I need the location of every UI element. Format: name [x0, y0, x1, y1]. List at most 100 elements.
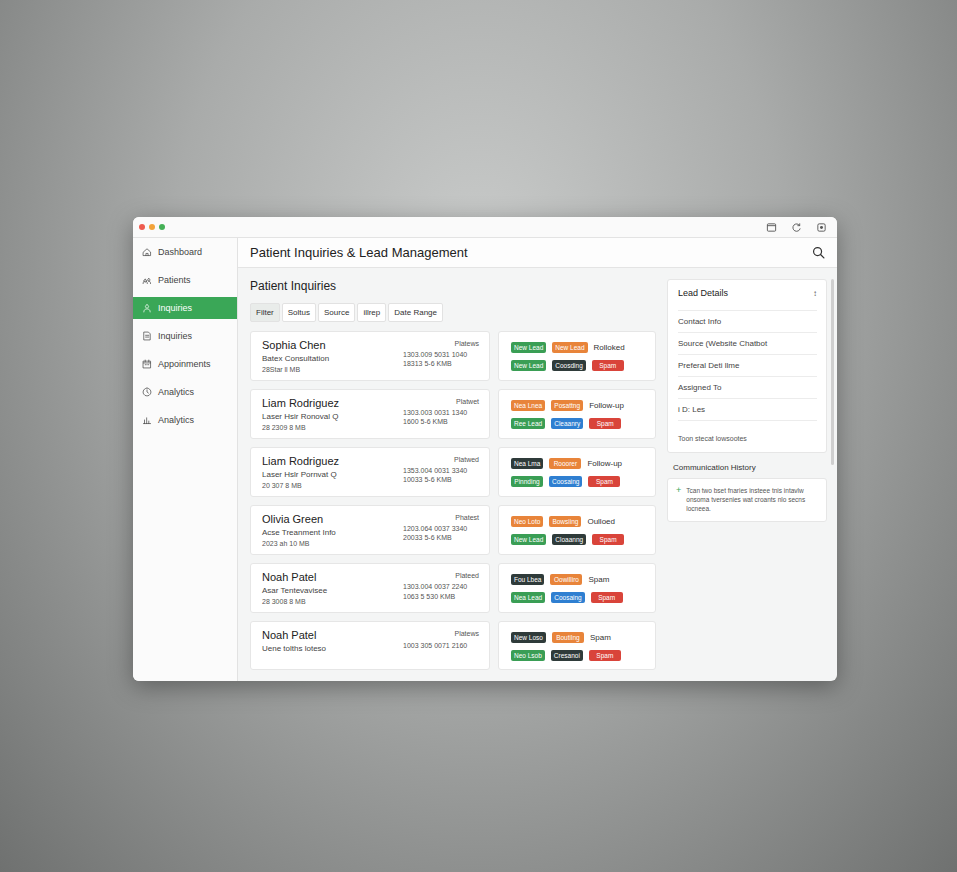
status-tag[interactable]: Nea Lma — [511, 458, 543, 469]
window-controls — [139, 224, 165, 230]
status-tag[interactable]: Spam — [588, 476, 620, 487]
panel-title: Lead Details — [678, 288, 728, 298]
search-icon[interactable] — [812, 246, 825, 259]
status-tag[interactable]: Coosding — [552, 360, 585, 371]
inquiry-card[interactable]: Noah PatelAsar Tentevavisee28 3008 8 MBP… — [250, 563, 490, 613]
sidebar-item[interactable]: Inquiries — [133, 297, 237, 319]
status-tag[interactable]: Spam — [589, 650, 621, 661]
sidebar-item[interactable]: Analytics — [133, 381, 237, 403]
status-tag[interactable]: Posattng — [551, 400, 583, 411]
status-tag[interactable]: Cloaanng — [552, 534, 586, 545]
status-tag[interactable]: Neo Loto — [511, 516, 543, 527]
maximize-button[interactable] — [159, 224, 165, 230]
tag-row: Pinnding Coosaing Spam — [511, 476, 647, 487]
sort-toggle[interactable]: ↕ — [813, 289, 817, 298]
detail-field[interactable]: Preferal Deti llme — [678, 355, 817, 377]
phone: 1003 305 0071 2160 — [403, 641, 479, 650]
status-card: Nea LmaRooorerFollow-upPinndingCoosaingS… — [498, 447, 656, 497]
code: 1063 5 530 KMB — [403, 592, 479, 601]
status-tag[interactable]: Spam — [589, 418, 621, 429]
status-tag[interactable]: Nea Lnea — [511, 400, 545, 411]
date: 28 3008 8 MB — [262, 597, 327, 606]
inquiry-card[interactable]: Sophia ChenBatex Consultation28Star ll M… — [250, 331, 490, 381]
inquiry-card[interactable]: Noah PatelUene tolths lotesoPlatews1003 … — [250, 621, 490, 670]
communication-history: Communication History +Tcan two bset fnar… — [667, 459, 827, 522]
app-window: Dashboard Patients Inquiries Inquiries Appoi… — [133, 217, 837, 681]
status-tag[interactable]: Fou Lbea — [511, 574, 544, 585]
detail-field[interactable]: i D: Les — [678, 399, 817, 421]
inquiry-row[interactable]: Liam RodriguezLaser Hslr Pornvat Q20 307… — [250, 447, 656, 497]
inquiry-row[interactable]: Liam RodriguezLaser Hsir Ronoval Q28 230… — [250, 389, 656, 439]
patient-info: Olivia GreenAcse Treanment Info2023 ah 1… — [262, 513, 336, 548]
scrollbar[interactable] — [831, 279, 834, 465]
detail-field[interactable]: Contact Info — [678, 311, 817, 333]
status-tag[interactable]: Pinnding — [511, 476, 543, 487]
source: Platwed — [403, 455, 479, 464]
sidebar-item[interactable]: Dashboard — [133, 241, 237, 263]
source: Plateed — [403, 571, 479, 580]
status-tag[interactable]: Spam — [592, 534, 624, 545]
add-icon[interactable]: + — [676, 486, 681, 513]
code: 10033 5-6 KMB — [403, 475, 479, 484]
clock-icon — [142, 387, 152, 397]
status-tag[interactable]: Spam — [591, 592, 623, 603]
inquiry-card[interactable]: Liam RodriguezLaser Hslr Pornvat Q20 307… — [250, 447, 490, 497]
status-tag[interactable]: Cleaanry — [551, 418, 583, 429]
filter-tab[interactable]: Date Range — [388, 303, 443, 322]
status-tag[interactable]: Rooorer — [549, 458, 581, 469]
status-tag[interactable]: New Lead — [511, 360, 546, 371]
status-tag[interactable]: Nea Lead — [511, 592, 545, 603]
sidebar: Dashboard Patients Inquiries Inquiries Appoi… — [133, 238, 238, 681]
comm-title: Communication History — [667, 459, 827, 478]
detail-field[interactable]: Assigned To — [678, 377, 817, 399]
inquiry-row[interactable]: Sophia ChenBatex Consultation28Star ll M… — [250, 331, 656, 381]
tag-row: New Lead Coosding Spam — [511, 360, 647, 371]
sidebar-item[interactable]: Patients — [133, 269, 237, 291]
sidebar-item[interactable]: Analytics — [133, 409, 237, 431]
sidebar-item[interactable]: Appoinments — [133, 353, 237, 375]
status-tag[interactable]: New Lead — [511, 534, 546, 545]
sidebar-label: Patients — [158, 275, 191, 285]
status-tag[interactable]: New Loso — [511, 632, 546, 643]
status-tag[interactable]: Boutilng — [552, 632, 584, 643]
phone: 1303.009 5031 1040 — [403, 350, 479, 359]
inquiry-row[interactable]: Olivia GreenAcse Treanment Info2023 ah 1… — [250, 505, 656, 555]
status-text: Oulloed — [587, 517, 615, 526]
filter-tab[interactable]: Source — [318, 303, 355, 322]
phone: 1303.004 0037 2240 — [403, 582, 479, 591]
status-tag[interactable]: Coosaing — [549, 476, 582, 487]
date: 28 2309 8 MB — [262, 423, 339, 432]
inquiry-meta: Platwed1353.004 0031 334010033 5-6 KMB — [403, 455, 479, 490]
minimize-button[interactable] — [149, 224, 155, 230]
status-tag[interactable]: Spam — [592, 360, 624, 371]
settings-icon[interactable] — [816, 222, 827, 233]
filter-tab[interactable]: Soltus — [282, 303, 316, 322]
panel-stack: Lead Details ↕ Contact InfoSource (Website… — [667, 279, 827, 670]
comm-entry[interactable]: +Tcan two bset fnaries insteee tnis inta… — [676, 486, 818, 513]
sidebar-item[interactable]: Inquiries — [133, 325, 237, 347]
inquiry-row[interactable]: Noah PatelAsar Tentevavisee28 3008 8 MBP… — [250, 563, 656, 613]
status-tag[interactable]: Ree Lead — [511, 418, 545, 429]
inquiry-row[interactable]: Noah PatelUene tolths lotesoPlatews1003 … — [250, 621, 656, 670]
status-tag[interactable]: Cresanoi — [551, 650, 583, 661]
close-button[interactable] — [139, 224, 145, 230]
inquiry-card[interactable]: Olivia GreenAcse Treanment Info2023 ah 1… — [250, 505, 490, 555]
code: 18313 5-6 KMB — [403, 359, 479, 368]
date: 2023 ah 10 MB — [262, 539, 336, 548]
status-tag[interactable]: New Lead — [511, 342, 546, 353]
filter-tab[interactable]: illrep — [357, 303, 386, 322]
status-tag[interactable]: Bowsiing — [549, 516, 581, 527]
service: Asar Tentevavisee — [262, 586, 327, 595]
refresh-icon[interactable] — [791, 222, 802, 233]
status-tag[interactable]: Oowilliro — [550, 574, 582, 585]
date: 28Star ll MB — [262, 365, 329, 374]
patient-name: Liam Rodriguez — [262, 397, 339, 409]
status-tag[interactable]: Neo Lsob — [511, 650, 545, 661]
detail-field[interactable]: Source (Website Chatbot — [678, 333, 817, 355]
window-icon[interactable] — [766, 222, 777, 233]
status-tag[interactable]: New Lead — [552, 342, 587, 353]
inquiry-card[interactable]: Liam RodriguezLaser Hsir Ronoval Q28 230… — [250, 389, 490, 439]
filter-tab[interactable]: Filter — [250, 303, 280, 322]
page-title: Patient Inquiries & Lead Management — [250, 245, 468, 260]
status-tag[interactable]: Coosaing — [551, 592, 584, 603]
